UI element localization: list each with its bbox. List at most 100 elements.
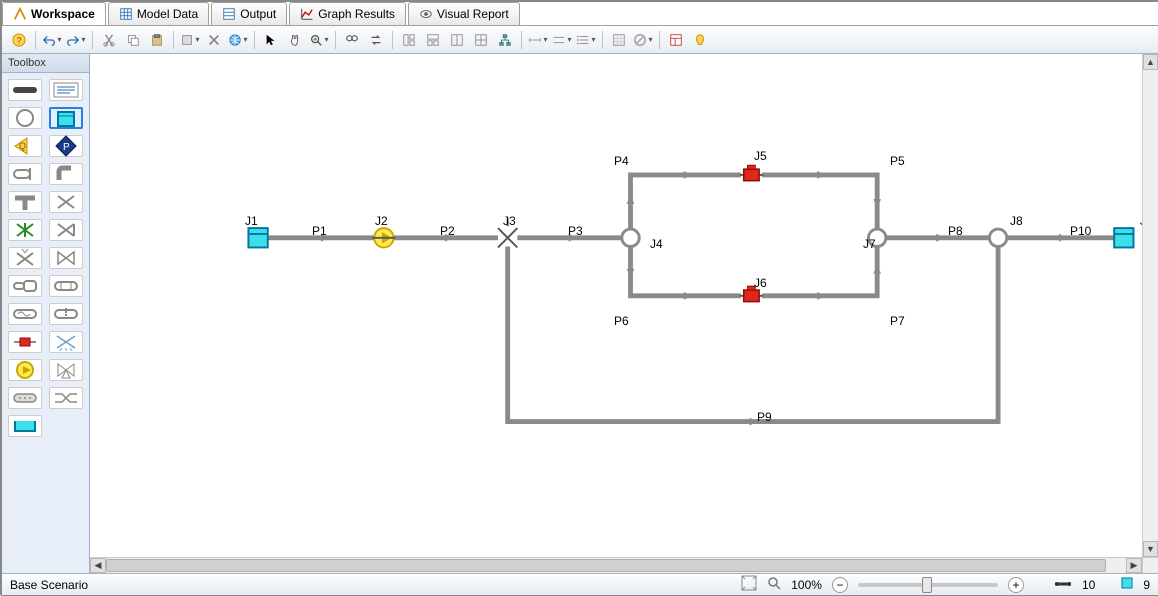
toolbox-panel: Toolbox Q P [2,54,90,573]
tool-branch[interactable] [8,107,42,129]
swap-button[interactable] [365,29,387,51]
junction-label: J5 [754,149,767,163]
tool-area-change[interactable] [8,275,42,297]
scroll-right-icon[interactable]: ▶ [1126,558,1142,573]
undo-button[interactable]: ▾ [41,29,63,51]
tab-workspace[interactable]: Workspace [2,2,106,25]
globe-button[interactable]: ▾ [227,29,249,51]
pipe-label: P10 [1070,224,1091,238]
tool-pipe[interactable] [8,79,42,101]
tab-visual-report[interactable]: Visual Report [408,2,520,25]
tool-check-valve[interactable] [8,219,42,241]
tool-annotation[interactable] [49,79,83,101]
tool-valve-x2[interactable] [49,219,83,241]
scroll-corner [1142,557,1158,573]
svg-text:P: P [63,142,70,153]
svg-text:Q: Q [19,141,26,151]
tool-valve-x[interactable] [49,191,83,213]
pipe-label: P5 [890,154,905,168]
pipe-label: P2 [440,224,455,238]
grid-button[interactable] [608,29,630,51]
tool-tank-open[interactable] [8,415,42,437]
zoom-icon [767,576,781,593]
tool-general-comp[interactable] [8,303,42,325]
junction-count: 9 [1143,578,1150,592]
hierarchy-button[interactable] [494,29,516,51]
tool-tee[interactable] [8,191,42,213]
help-icon[interactable]: ? [8,29,30,51]
horizontal-scrollbar[interactable]: ◀ ▶ [90,557,1142,573]
cut-button[interactable] [98,29,120,51]
layout1-button[interactable] [398,29,420,51]
tab-graph-results[interactable]: Graph Results [289,2,406,25]
junction-label: J2 [375,214,388,228]
pipe-count-icon [1054,578,1072,592]
tab-model-data[interactable]: Model Data [108,2,209,25]
tool-spray[interactable] [49,331,83,353]
close-button[interactable] [203,29,225,51]
zoom-in-button[interactable]: + [1008,577,1024,593]
zoom-out-button[interactable]: − [832,577,848,593]
redo-button[interactable]: ▾ [65,29,87,51]
scroll-left-icon[interactable]: ◀ [90,558,106,573]
vertical-scrollbar[interactable]: ▲ ▼ [1142,54,1158,557]
tool-heat-exchanger[interactable] [49,275,83,297]
find-button[interactable] [341,29,363,51]
tool-dead-end[interactable] [8,163,42,185]
tool-venturi[interactable] [49,387,83,409]
junction-label: J6 [754,276,767,290]
props-button[interactable] [665,29,687,51]
junction-label: J4 [650,237,663,251]
model-data-icon [119,7,133,21]
list-button[interactable]: ▾ [575,29,597,51]
zoom-thumb[interactable] [922,577,932,593]
workspace-canvas[interactable]: J1 J2 J3 J4 J5 J6 J7 J8 J9 P1 P2 P3 P4 P… [90,54,1142,557]
workspace-canvas-wrap: J1 J2 J3 J4 J5 J6 J7 J8 J9 P1 P2 P3 P4 P… [90,54,1158,573]
pipe-label: P4 [614,154,629,168]
paste-button[interactable] [146,29,168,51]
copy-button[interactable] [122,29,144,51]
dim1-button[interactable]: ▾ [527,29,549,51]
tool-pump[interactable] [8,359,42,381]
layout3-button[interactable] [446,29,468,51]
tool-relief-valve[interactable] [8,247,42,269]
tool-orifice[interactable] [8,387,42,409]
tool-assigned-pressure[interactable]: P [49,135,83,157]
pointer-button[interactable] [260,29,282,51]
tool-assigned-flow[interactable]: Q [8,135,42,157]
tool-screen[interactable] [49,303,83,325]
tool-reservoir[interactable] [49,107,83,129]
output-icon [222,7,236,21]
pipe-label: P9 [757,410,772,424]
tab-label: Visual Report [437,7,509,21]
graph-icon [300,7,314,21]
fit-icon[interactable] [741,575,757,594]
layout4-button[interactable] [470,29,492,51]
pipe-count: 10 [1082,578,1095,592]
idea-button[interactable] [689,29,711,51]
scroll-up-icon[interactable]: ▲ [1143,54,1158,70]
tab-label: Workspace [31,7,95,21]
zoom-slider[interactable] [858,583,998,587]
scroll-down-icon[interactable]: ▼ [1143,541,1158,557]
pipe-label: P8 [948,224,963,238]
delete-button[interactable]: ▾ [179,29,201,51]
denied-button[interactable]: ▾ [632,29,654,51]
tab-output[interactable]: Output [211,2,287,25]
eye-icon [419,7,433,21]
pipe-label: P1 [312,224,327,238]
zoom-button[interactable]: ▾ [308,29,330,51]
tool-red-valve[interactable] [8,331,42,353]
pipe-label: P3 [568,224,583,238]
tool-elbow[interactable] [49,163,83,185]
hscroll-thumb[interactable] [106,559,1106,572]
zoom-value: 100% [791,578,822,592]
pipe-label: P6 [614,314,629,328]
tool-3way[interactable] [49,359,83,381]
dim2-button[interactable]: ▾ [551,29,573,51]
tool-control-valve[interactable] [49,247,83,269]
pan-button[interactable] [284,29,306,51]
layout2-button[interactable] [422,29,444,51]
junction-label: J1 [245,214,258,228]
junction-label: J8 [1010,214,1023,228]
